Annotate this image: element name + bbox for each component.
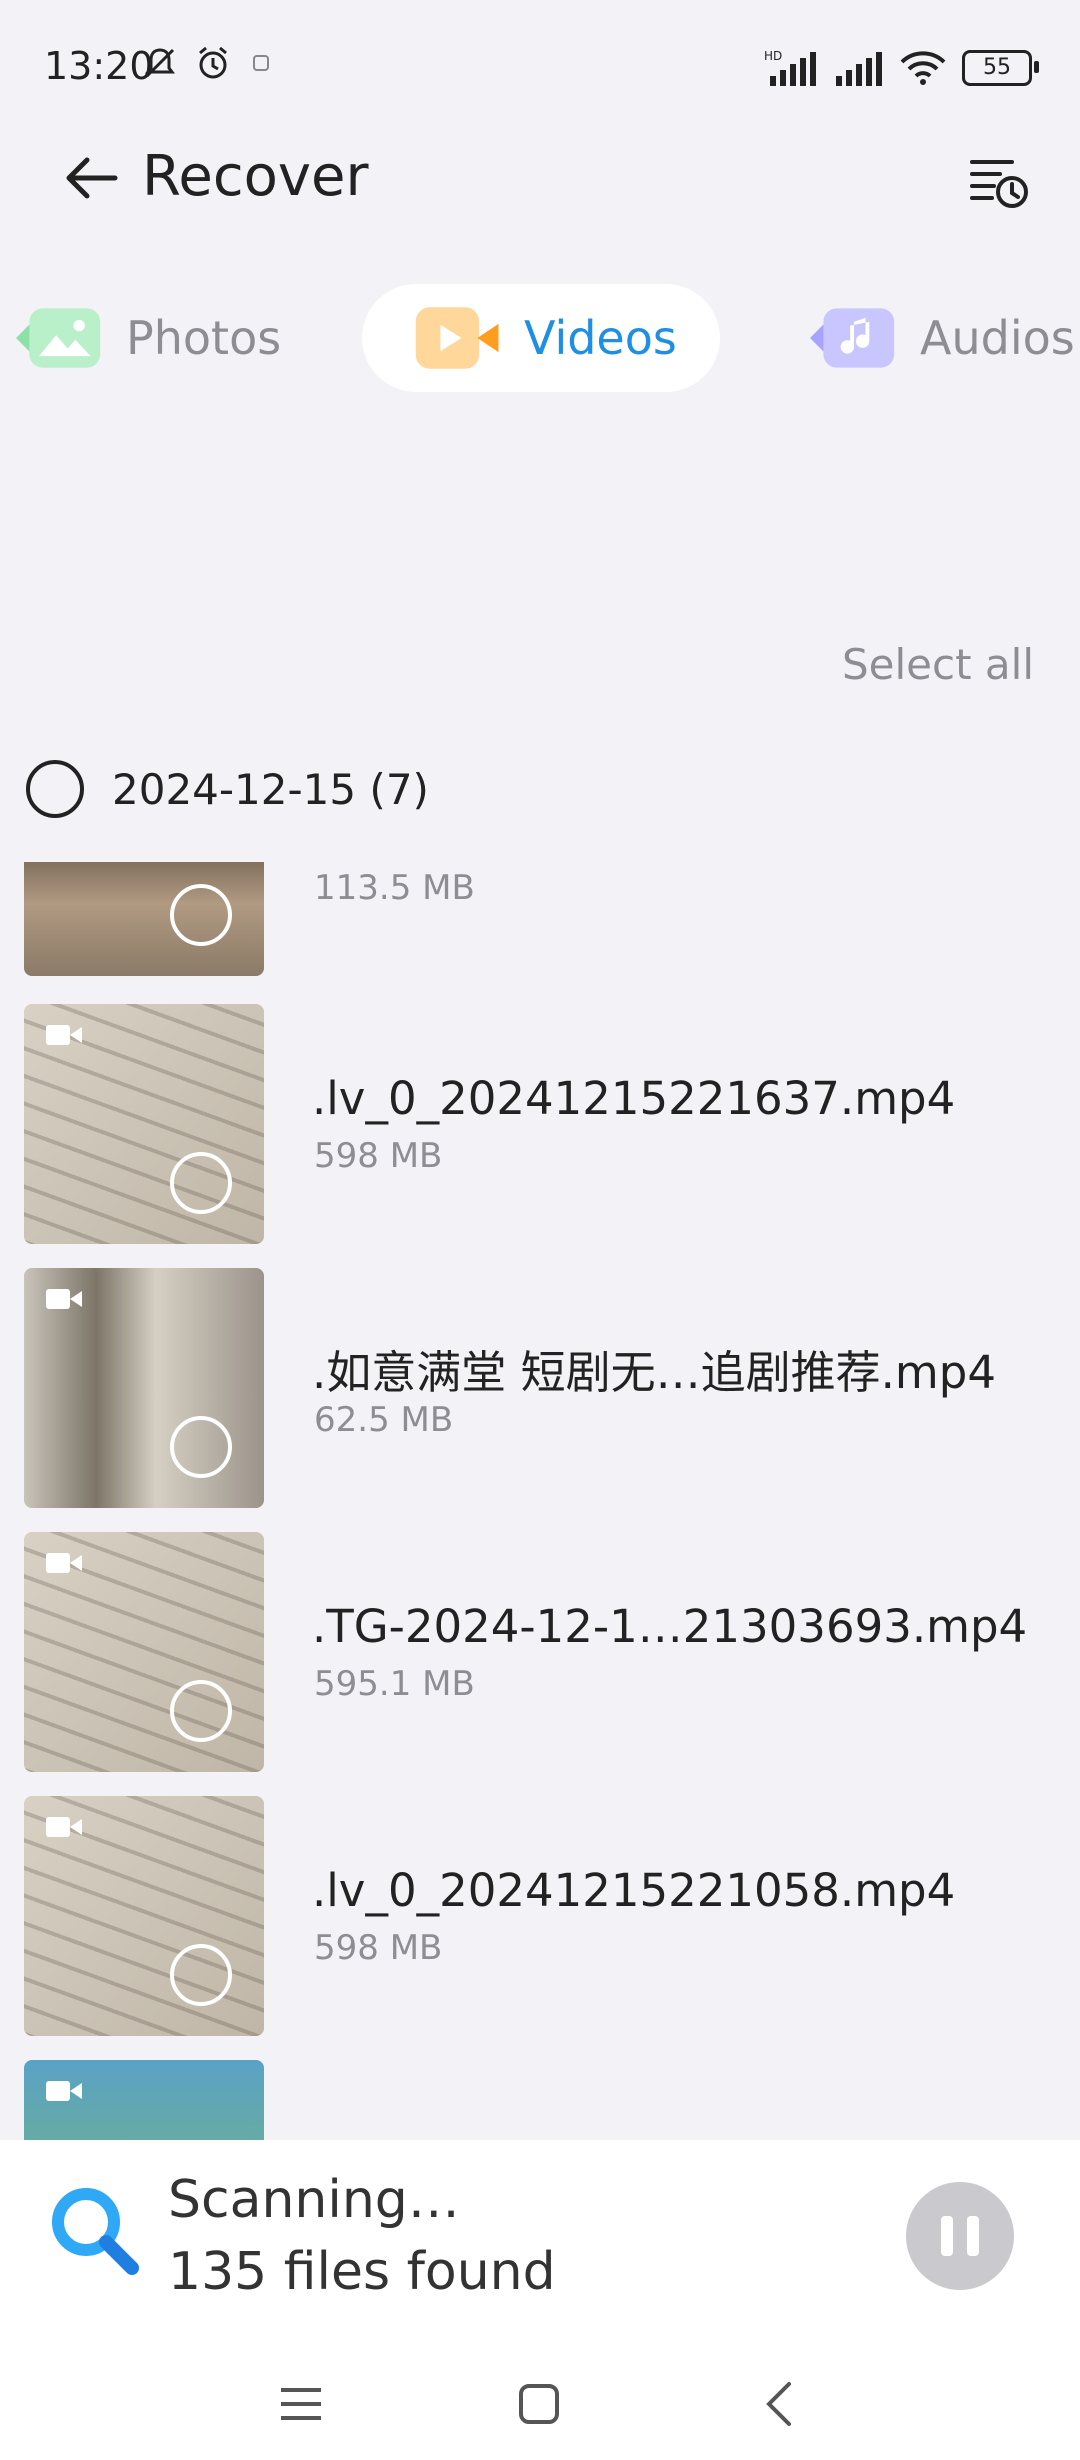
back-arrow-icon (66, 157, 118, 199)
date-group-header[interactable]: 2024-12-15 (7) (26, 760, 429, 818)
search-scan-icon (52, 2188, 139, 2275)
video-camera-icon (46, 1289, 82, 1309)
wifi-icon (900, 51, 946, 85)
tab-videos[interactable]: Videos (362, 284, 720, 392)
file-size: 595.1 MB (314, 1664, 475, 1704)
recents-button[interactable] (266, 2374, 336, 2434)
select-all-button[interactable]: Select all (842, 640, 1034, 689)
navigation-bar (0, 2340, 1080, 2460)
nav-back-button[interactable] (744, 2374, 814, 2434)
file-size: 598 MB (314, 1136, 443, 1176)
tab-photos-label: Photos (126, 311, 282, 365)
tab-audios[interactable]: Audios (810, 284, 1075, 392)
video-thumbnail (24, 862, 264, 976)
history-button[interactable] (964, 152, 1034, 216)
scan-status-text: Scanning… (168, 2170, 460, 2230)
file-size: 598 MB (314, 1928, 443, 1968)
scan-file-count: 135 files found (168, 2242, 556, 2302)
audios-icon (810, 305, 898, 371)
item-checkbox[interactable] (170, 1680, 232, 1742)
mute-bell-icon (145, 48, 175, 78)
file-size: 113.5 MB (314, 868, 475, 908)
video-thumbnail (24, 1532, 264, 1772)
list-item[interactable]: .TG-2024-12-1…21303693.mp4 595.1 MB (24, 1532, 1064, 1772)
video-thumbnail (24, 1796, 264, 2036)
file-size: 62.5 MB (314, 1400, 454, 1440)
home-button[interactable] (504, 2374, 574, 2434)
signal-icon (836, 52, 882, 86)
tab-audios-label: Audios (920, 311, 1075, 365)
video-thumbnail (24, 1004, 264, 1244)
file-name: .lv_0_20241215221637.mp4 (312, 1072, 956, 1125)
signal-hd-icon: HD (764, 49, 816, 86)
video-camera-icon (46, 1025, 82, 1045)
video-thumbnail (24, 2060, 264, 2140)
menu-icon (281, 2388, 321, 2420)
videos-icon (414, 305, 502, 371)
list-item[interactable]: 113.5 MB (24, 862, 1064, 976)
file-list[interactable]: 113.5 MB .lv_0_20241215221637.mp4 598 MB… (0, 862, 1080, 2140)
chevron-left-icon (766, 2382, 791, 2426)
tab-videos-label: Videos (524, 311, 677, 365)
item-checkbox[interactable] (170, 1944, 232, 2006)
file-name: .lv_0_20241215221058.mp4 (312, 1864, 956, 1917)
list-item[interactable]: .lv_0_20241215221058.mp4 598 MB (24, 1796, 1064, 2036)
back-button[interactable] (56, 148, 126, 208)
status-time: 13:20 (44, 44, 154, 88)
status-icons-right: HD 55 (764, 48, 1039, 88)
page-title: Recover (142, 144, 369, 209)
video-camera-icon (46, 1817, 82, 1837)
pause-button[interactable] (906, 2182, 1014, 2290)
list-item[interactable]: .lv_0_20241215221637.mp4 598 MB (24, 1004, 1064, 1244)
file-name: .如意满堂 短剧无…追剧推荐.mp4 (312, 1346, 996, 1399)
item-checkbox[interactable] (170, 884, 232, 946)
date-group-label: 2024-12-15 (7) (112, 764, 429, 814)
notification-icon (253, 55, 269, 71)
home-square-icon (519, 2384, 559, 2424)
list-item[interactable]: .如意满堂 短剧无…追剧推荐.mp4 62.5 MB (24, 1268, 1064, 1508)
tab-photos[interactable]: Photos (16, 284, 281, 392)
svg-text:HD: HD (764, 49, 782, 63)
date-group-checkbox[interactable] (26, 760, 84, 818)
list-item[interactable] (24, 2060, 1064, 2140)
alarm-icon (199, 46, 227, 79)
battery-indicator: 55 (962, 50, 1039, 86)
video-camera-icon (46, 1553, 82, 1573)
history-clock-icon (970, 160, 1028, 208)
pause-icon (941, 2216, 953, 2256)
video-thumbnail (24, 1268, 264, 1508)
item-checkbox[interactable] (170, 1152, 232, 1214)
video-camera-icon (46, 2081, 82, 2101)
item-checkbox[interactable] (170, 1416, 232, 1478)
file-name: .TG-2024-12-1…21303693.mp4 (312, 1600, 1028, 1653)
photos-icon (16, 305, 104, 371)
status-icons-left (142, 44, 274, 82)
